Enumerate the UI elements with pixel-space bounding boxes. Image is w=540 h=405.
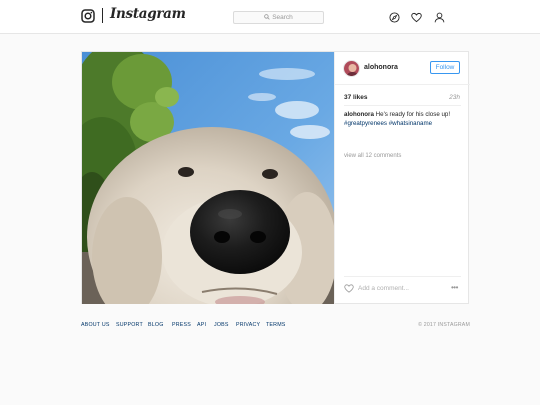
post-sidebar: alohonora Follow 37 likes 23h alohonora … xyxy=(334,52,470,304)
top-nav-bar: Instagram Search xyxy=(0,0,540,34)
caption-username[interactable]: alohonora xyxy=(344,111,374,118)
divider xyxy=(344,276,461,277)
search-icon xyxy=(264,14,270,20)
dog-photo-image xyxy=(82,52,334,304)
like-heart-icon[interactable] xyxy=(344,284,354,293)
follow-button[interactable]: Follow xyxy=(430,61,460,74)
post-username[interactable]: alohonora xyxy=(364,64,398,71)
caption-text: He's ready for his close up! xyxy=(375,111,451,118)
footer-link-jobs[interactable]: JOBS xyxy=(214,322,229,328)
likes-count[interactable]: 37 likes xyxy=(344,94,368,101)
caption-hashtags[interactable]: #greatpyrenees #whatsinaname xyxy=(344,120,432,127)
post-header: alohonora Follow xyxy=(335,52,470,85)
footer-link-blog[interactable]: BLOG xyxy=(148,322,164,328)
divider xyxy=(344,105,461,106)
footer-link-api[interactable]: API xyxy=(197,322,206,328)
post-timestamp[interactable]: 23h xyxy=(449,94,460,101)
person-icon[interactable] xyxy=(434,12,445,23)
compass-icon[interactable] xyxy=(389,12,400,23)
heart-icon[interactable] xyxy=(411,12,422,23)
instagram-logo-icon[interactable] xyxy=(81,9,95,23)
footer-link-press[interactable]: PRESS xyxy=(172,322,191,328)
footer-link-terms[interactable]: TERMS xyxy=(266,322,286,328)
view-all-comments-link[interactable]: view all 12 comments xyxy=(344,153,401,159)
post-caption: alohonora He's ready for his close up! #… xyxy=(344,111,464,128)
footer: ABOUT US SUPPORT BLOG PRESS API JOBS PRI… xyxy=(81,322,470,332)
search-input[interactable]: Search xyxy=(233,11,324,24)
footer-link-privacy[interactable]: PRIVACY xyxy=(236,322,260,328)
more-options-icon[interactable]: ••• xyxy=(451,283,458,292)
post-card: alohonora Follow 37 likes 23h alohonora … xyxy=(81,51,470,304)
add-comment-input[interactable]: Add a comment... xyxy=(358,285,409,292)
post-photo[interactable] xyxy=(82,52,334,304)
search-placeholder: Search xyxy=(272,14,293,21)
copyright-text: © 2017 INSTAGRAM xyxy=(418,322,470,328)
logo-divider xyxy=(102,8,103,23)
footer-link-about[interactable]: ABOUT US xyxy=(81,322,110,328)
instagram-wordmark[interactable]: Instagram xyxy=(110,6,186,22)
footer-link-support[interactable]: SUPPORT xyxy=(116,322,143,328)
avatar[interactable] xyxy=(343,60,360,77)
